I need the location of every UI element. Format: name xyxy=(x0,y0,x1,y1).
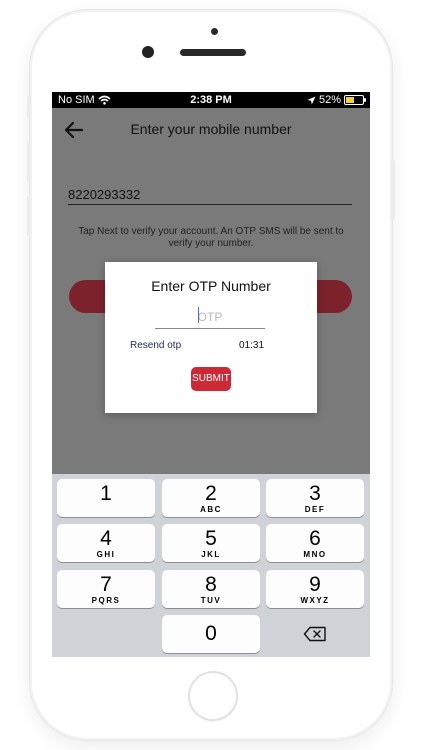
key-5[interactable]: 5 JKL xyxy=(162,524,260,562)
key-digit: 1 xyxy=(100,482,112,505)
key-digit: 3 xyxy=(309,482,321,505)
key-digit: 7 xyxy=(100,573,112,596)
volume-down-button xyxy=(27,196,31,236)
silent-switch xyxy=(27,96,31,118)
key-letters: PQRS xyxy=(91,596,121,605)
backspace-icon xyxy=(303,626,326,642)
key-letters: JKL xyxy=(201,550,221,559)
mobile-number-field[interactable]: 8220293332 xyxy=(68,187,352,202)
key-letters: ABC xyxy=(200,505,222,514)
resend-otp-link[interactable]: Resend otp xyxy=(130,340,181,351)
page-title: Enter your mobile number xyxy=(130,121,292,137)
numeric-keypad: 1 2 ABC 3 DEF 4 GHI 5 JKL 6 MNO 7 PQRS 8 xyxy=(52,474,370,657)
otp-dialog: Enter OTP Number Resend otp 01:31 SUBMIT xyxy=(105,262,317,413)
key-digit: 0 xyxy=(205,622,217,645)
power-button xyxy=(391,160,395,220)
key-digit: 5 xyxy=(205,527,217,550)
proximity-sensor xyxy=(211,28,218,35)
carrier-label: No SIM xyxy=(58,94,95,106)
verification-hint: Tap Next to verify your account. An OTP … xyxy=(78,226,344,249)
status-bar: No SIM 2:38 PM 52% xyxy=(52,92,370,108)
battery-icon xyxy=(344,95,366,105)
key-8[interactable]: 8 TUV xyxy=(162,570,260,608)
key-letters: WXYZ xyxy=(300,596,330,605)
key-2[interactable]: 2 ABC xyxy=(162,479,260,517)
submit-button[interactable]: SUBMIT xyxy=(191,367,231,391)
key-digit: 9 xyxy=(309,573,321,596)
key-digit: 6 xyxy=(309,527,321,550)
key-letters: MNO xyxy=(303,550,327,559)
key-3[interactable]: 3 DEF xyxy=(266,479,364,517)
key-letters: GHI xyxy=(96,550,116,559)
key-digit: 8 xyxy=(205,573,217,596)
wifi-icon xyxy=(98,95,111,105)
otp-countdown: 01:31 xyxy=(239,340,265,351)
key-7[interactable]: 7 PQRS xyxy=(57,570,155,608)
key-letters: DEF xyxy=(304,505,326,514)
volume-up-button xyxy=(27,142,31,182)
key-digit: 4 xyxy=(100,527,112,550)
delete-key[interactable] xyxy=(266,615,364,653)
key-9[interactable]: 9 WXYZ xyxy=(266,570,364,608)
key-letters: TUV xyxy=(200,596,222,605)
battery-percent: 52% xyxy=(318,94,341,106)
text-cursor xyxy=(198,307,199,323)
key-1[interactable]: 1 xyxy=(57,479,155,517)
key-4[interactable]: 4 GHI xyxy=(57,524,155,562)
header: Enter your mobile number xyxy=(52,108,370,152)
home-button[interactable] xyxy=(188,671,238,721)
mobile-number-underline xyxy=(68,204,352,205)
otp-dialog-title: Enter OTP Number xyxy=(151,278,271,294)
front-camera xyxy=(142,46,154,58)
key-digit: 2 xyxy=(205,482,217,505)
location-arrow-icon xyxy=(307,96,316,104)
otp-input[interactable] xyxy=(155,306,265,329)
earpiece-speaker xyxy=(180,49,246,56)
key-6[interactable]: 6 MNO xyxy=(266,524,364,562)
key-0[interactable]: 0 xyxy=(162,615,260,653)
